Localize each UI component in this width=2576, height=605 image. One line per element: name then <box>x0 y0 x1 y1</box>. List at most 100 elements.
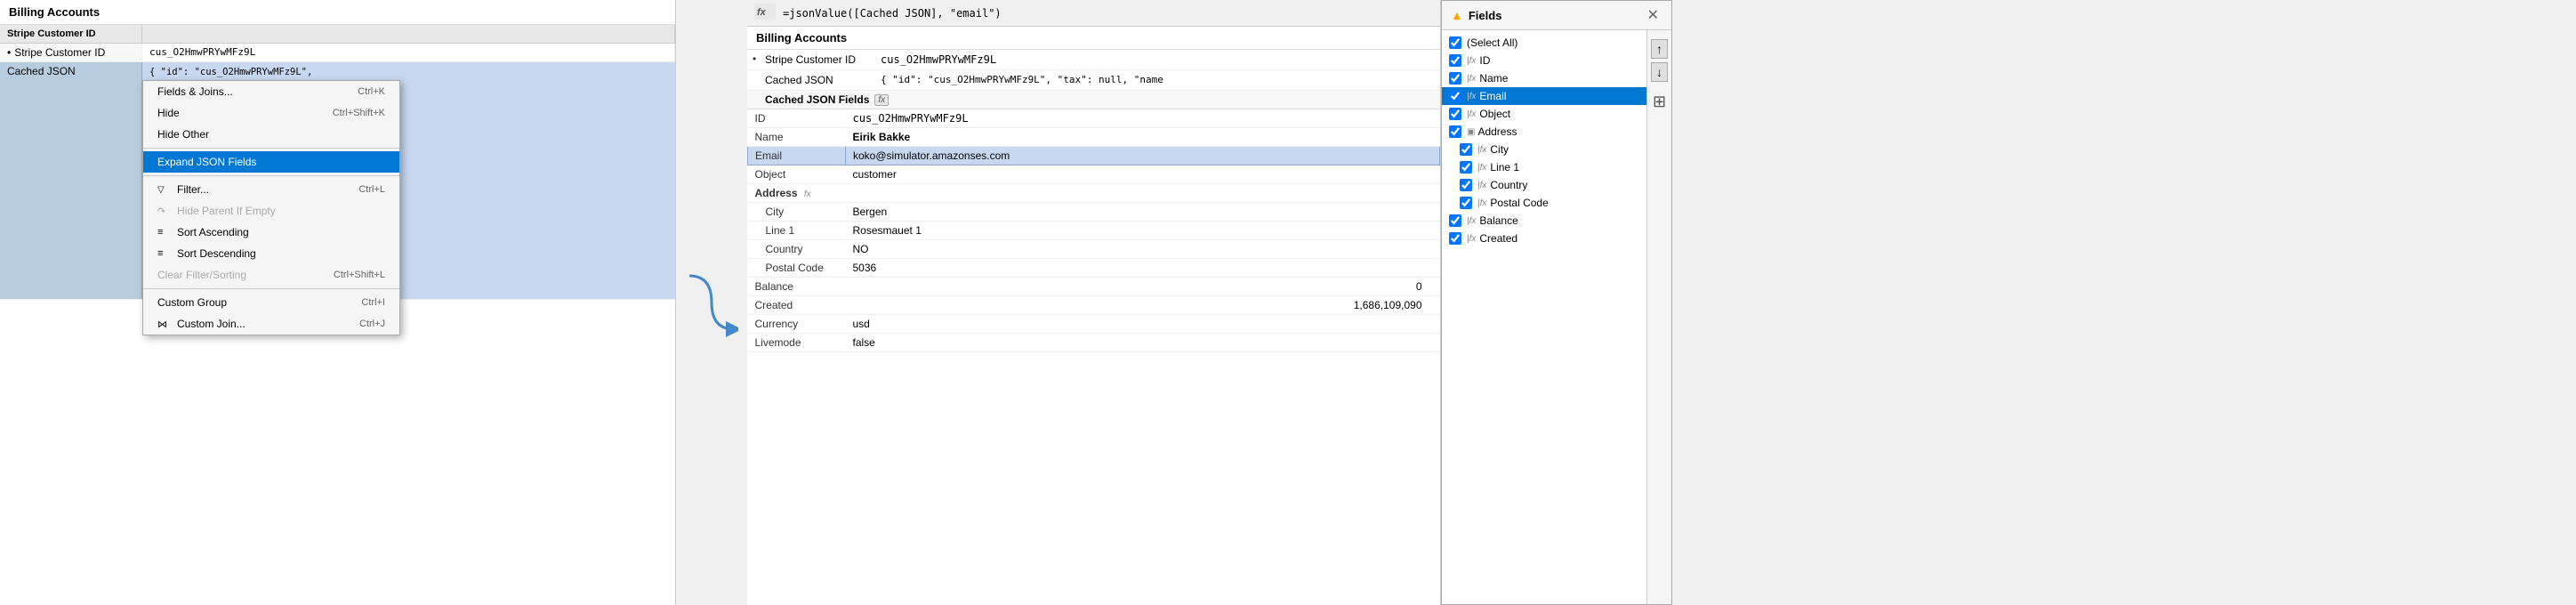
field-item-city[interactable]: |fx City <box>1442 141 1646 158</box>
checkbox-balance[interactable] <box>1449 214 1461 227</box>
field-label-line1: Line 1 <box>748 222 846 240</box>
menu-hide-label: Hide <box>157 107 315 119</box>
menu-custom-group-shortcut: Ctrl+I <box>361 297 385 308</box>
field-label-email: Email <box>748 147 846 165</box>
menu-sort-asc-label: Sort Ascending <box>177 226 367 238</box>
field-value-email: koko@simulator.amazonses.com <box>846 147 1440 165</box>
menu-custom-group-label: Custom Group <box>157 296 343 309</box>
menu-filter-label: Filter... <box>177 183 341 196</box>
menu-clear-filter-label: Clear Filter/Sorting <box>157 269 316 281</box>
menu-custom-group[interactable]: Custom Group Ctrl+I <box>143 292 399 313</box>
checkbox-email[interactable] <box>1449 90 1461 102</box>
field-value-created: 1,686,109,090 <box>846 296 1440 315</box>
rp-cached-fields-label: Cached JSON Fields <box>765 93 869 106</box>
fx-label-line1: |fx <box>1477 163 1486 173</box>
context-menu: Fields & Joins... Ctrl+K Hide Ctrl+Shift… <box>142 80 400 335</box>
checkbox-id[interactable] <box>1449 54 1461 67</box>
menu-sep-1 <box>143 148 399 149</box>
table-row: Created 1,686,109,090 <box>748 296 1440 315</box>
field-name-line1: Line 1 <box>1490 161 1519 173</box>
rp-stripe-value: cus_O2HmwPRYwMFz9L <box>875 52 1440 67</box>
checkbox-select-all[interactable] <box>1449 36 1461 49</box>
field-item-line1[interactable]: |fx Line 1 <box>1442 158 1646 176</box>
table-row: Balance 0 <box>748 278 1440 296</box>
checkbox-postal[interactable] <box>1460 197 1472 209</box>
field-value-name: Eirik Bakke <box>846 128 1440 147</box>
col-header-stripe-id: Stripe Customer ID <box>0 25 142 43</box>
menu-custom-join-shortcut: Ctrl+J <box>359 319 385 329</box>
checkbox-city[interactable] <box>1460 143 1472 156</box>
arrow-buttons-panel: ↑ ↓ ⊞ <box>1646 30 1671 604</box>
field-item-name[interactable]: |fx Name <box>1442 69 1646 87</box>
table-row: Postal Code 5036 <box>748 259 1440 278</box>
rp-cached-json-value: { "id": "cus_O2HmwPRYwMFz9L", "tax": nul… <box>875 73 1440 87</box>
sort-desc-icon: ≡ <box>157 248 172 259</box>
table-row: Livemode false <box>748 334 1440 352</box>
checkbox-object[interactable] <box>1449 108 1461 120</box>
stripe-label: • Stripe Customer ID <box>0 44 142 61</box>
field-name-created: Created <box>1479 232 1517 245</box>
checkbox-country[interactable] <box>1460 179 1472 191</box>
stripe-value: cus_O2HmwPRYwMFz9L <box>142 44 675 61</box>
move-up-button[interactable]: ↑ <box>1651 39 1668 59</box>
fields-and-arrows: (Select All) |fx ID |fx Name |fx Email <box>1442 30 1671 604</box>
menu-hide[interactable]: Hide Ctrl+Shift+K <box>143 102 399 124</box>
menu-fields-joins[interactable]: Fields & Joins... Ctrl+K <box>143 81 399 102</box>
field-label-country: Country <box>748 240 846 259</box>
field-item-postal[interactable]: |fx Postal Code <box>1442 194 1646 212</box>
left-table-header: Stripe Customer ID <box>0 25 675 44</box>
field-name-postal: Postal Code <box>1490 197 1548 209</box>
hierarchy-icon[interactable]: ⊞ <box>1653 93 1666 111</box>
flow-arrow <box>685 258 738 347</box>
field-name-select-all: (Select All) <box>1467 36 1517 49</box>
move-down-button[interactable]: ↓ <box>1651 62 1668 82</box>
menu-fields-joins-shortcut: Ctrl+K <box>358 86 385 97</box>
fields-title: ▲ Fields <box>1451 8 1501 22</box>
table-row: Country NO <box>748 240 1440 259</box>
fields-list: (Select All) |fx ID |fx Name |fx Email <box>1442 30 1646 604</box>
fields-panel: ▲ Fields ✕ (Select All) |fx ID |fx Name <box>1441 0 1672 605</box>
field-value-object: customer <box>846 165 1440 184</box>
left-panel-title: Billing Accounts <box>0 0 675 25</box>
menu-filter[interactable]: ▽ Filter... Ctrl+L <box>143 179 399 200</box>
checkbox-line1[interactable] <box>1460 161 1472 173</box>
field-label-livemode: Livemode <box>748 334 846 352</box>
fx-svg: fx <box>754 4 776 20</box>
menu-hide-parent[interactable]: ↷ Hide Parent If Empty <box>143 200 399 222</box>
fields-title-text: Fields <box>1469 9 1502 22</box>
warning-icon: ▲ <box>1451 8 1463 22</box>
checkbox-name[interactable] <box>1449 72 1461 85</box>
fx-label-postal: |fx <box>1477 198 1486 208</box>
menu-sort-asc[interactable]: ≡ Sort Ascending <box>143 222 399 243</box>
stripe-row: • Stripe Customer ID cus_O2HmwPRYwMFz9L <box>0 44 675 62</box>
col-header-value <box>142 25 675 43</box>
checkbox-created[interactable] <box>1449 232 1461 245</box>
menu-expand-json[interactable]: Expand JSON Fields <box>143 151 399 173</box>
menu-hide-parent-label: Hide Parent If Empty <box>177 205 367 217</box>
field-item-object[interactable]: |fx Object <box>1442 105 1646 123</box>
menu-hide-other[interactable]: Hide Other <box>143 124 399 145</box>
field-name-address: Address <box>1477 125 1517 138</box>
menu-sep-2 <box>143 175 399 176</box>
field-item-country[interactable]: |fx Country <box>1442 176 1646 194</box>
field-item-id[interactable]: |fx ID <box>1442 52 1646 69</box>
field-name-city: City <box>1490 143 1509 156</box>
field-item-address[interactable]: ▣ Address <box>1442 123 1646 141</box>
fx-label-city: |fx <box>1477 145 1486 155</box>
menu-sort-desc[interactable]: ≡ Sort Descending <box>143 243 399 264</box>
field-value-address <box>846 184 1440 203</box>
field-name-country: Country <box>1490 179 1527 191</box>
right-main-panel: fx =jsonValue([Cached JSON], "email") Bi… <box>747 0 1441 605</box>
menu-custom-join[interactable]: ⋈ Custom Join... Ctrl+J <box>143 313 399 335</box>
field-item-email[interactable]: |fx Email <box>1442 87 1646 105</box>
checkbox-address[interactable] <box>1449 125 1461 138</box>
field-label-balance: Balance <box>748 278 846 296</box>
field-item-select-all[interactable]: (Select All) <box>1442 34 1646 52</box>
field-label-created: Created <box>748 296 846 315</box>
close-button[interactable]: ✕ <box>1644 6 1662 24</box>
field-item-created[interactable]: |fx Created <box>1442 230 1646 247</box>
field-value-country: NO <box>846 240 1440 259</box>
field-item-balance[interactable]: |fx Balance <box>1442 212 1646 230</box>
menu-clear-filter[interactable]: Clear Filter/Sorting Ctrl+Shift+L <box>143 264 399 286</box>
fx-label-email: |fx <box>1467 92 1476 101</box>
